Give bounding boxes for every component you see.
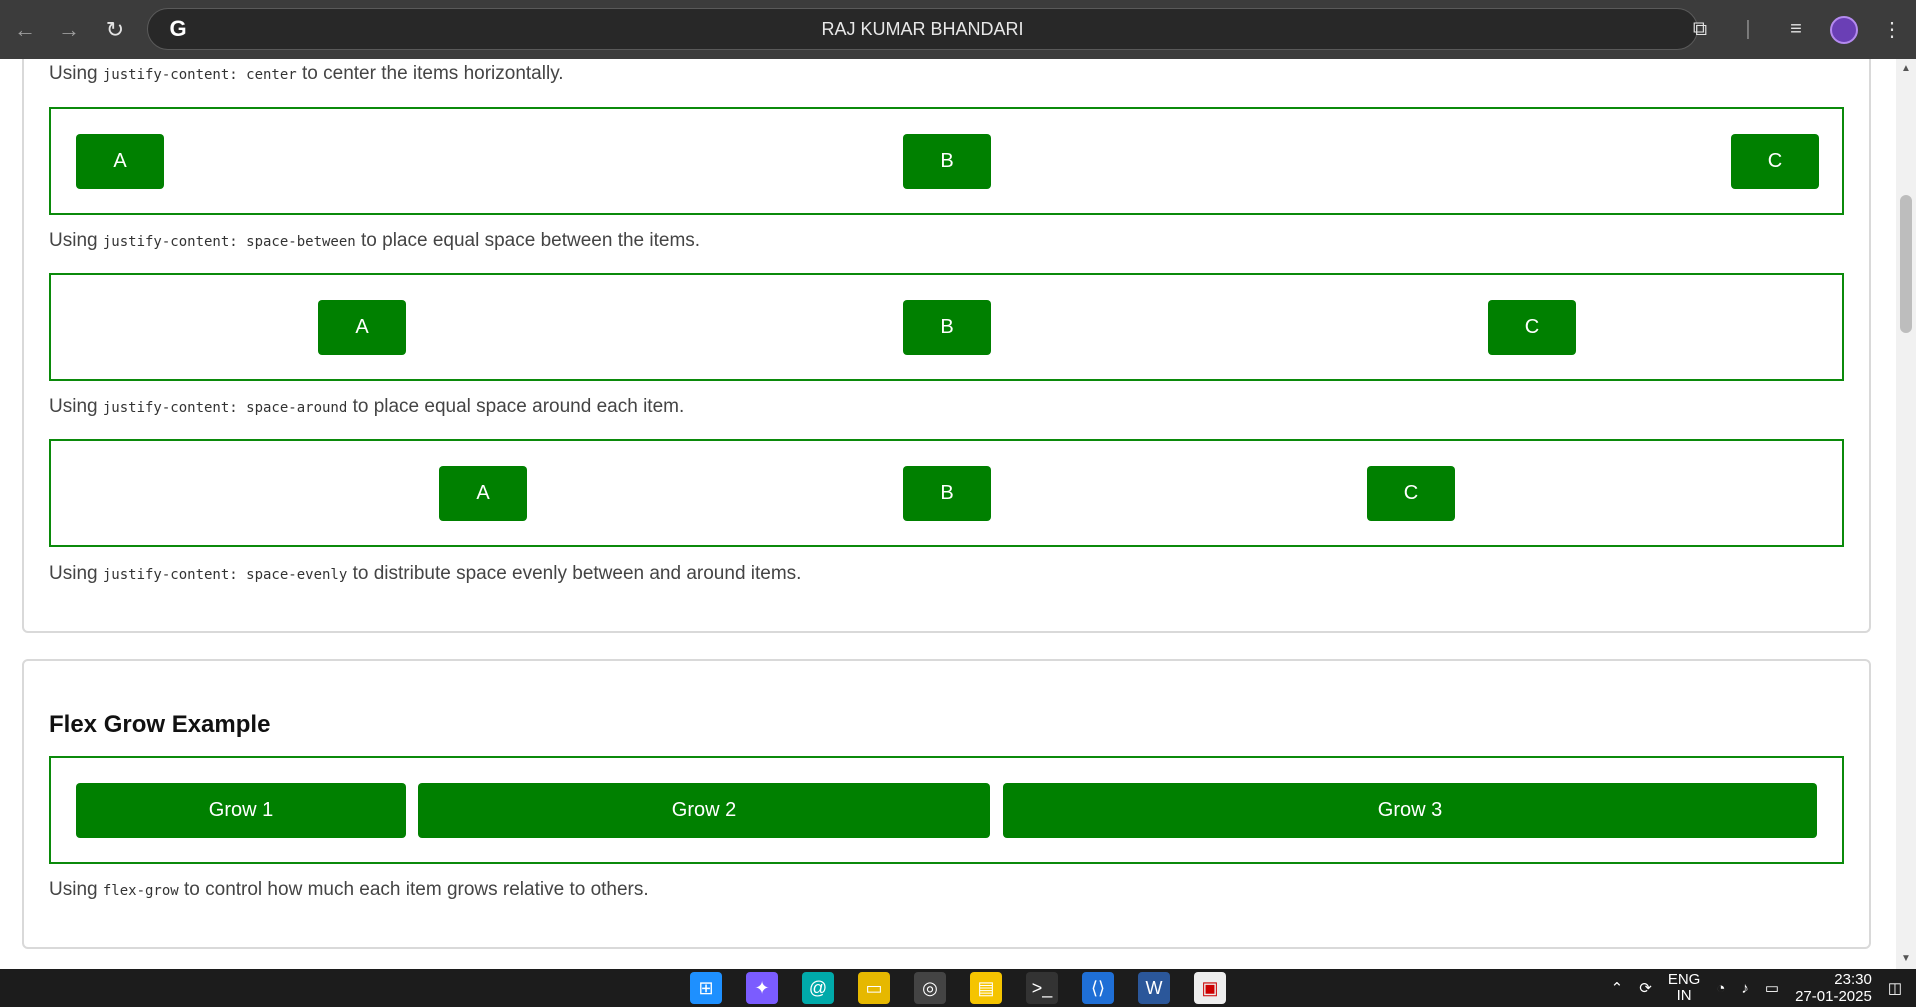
scroll-thumb[interactable] [1900,195,1912,333]
wifi-icon[interactable]: ◔ [1716,980,1725,997]
flex-grow-title: Flex Grow Example [49,711,271,738]
menu-icon[interactable]: ⋮ [1878,17,1906,42]
address-bar[interactable]: G RAJ KUMAR BHANDARI [147,8,1698,50]
grow-item-2: Grow 2 [418,783,990,838]
grow-item-1: Grow 1 [76,783,406,838]
forward-icon[interactable]: → [52,13,86,47]
page-content: Using justify-content: center to center … [0,59,1896,969]
flex-item-c: C [1731,134,1819,189]
flex-item-a: A [318,300,406,355]
windows-taskbar: ⊞ ✦ @ ▭ ◎ ▤ >_ ⟨⟩ W ▣ ⌃ ⟳ ENG IN ◔ ♪ ▭ 2… [0,969,1916,1007]
flex-grow-description: Using flex-grow to control how much each… [49,879,649,900]
flex-item-c: C [1367,466,1455,521]
space-evenly-description: Using justify-content: space-evenly to d… [49,563,802,584]
center-description: Using justify-content: center to center … [49,63,564,84]
flex-container-2: A B C [49,273,1844,381]
media-control-icon[interactable]: ≡ [1782,18,1810,41]
file-explorer-icon[interactable]: ▭ [858,972,890,1004]
vertical-scrollbar[interactable]: ▲ ▼ [1896,59,1916,969]
extensions-icon[interactable]: ⧉ [1686,18,1714,41]
app-icon[interactable]: ▣ [1194,972,1226,1004]
reload-icon[interactable]: ↻ [98,13,132,47]
volume-icon[interactable]: ♪ [1741,980,1749,997]
separator-icon: | [1745,18,1751,40]
start-icon[interactable]: ⊞ [690,972,722,1004]
flex-item-b: B [903,300,991,355]
space-around-description: Using justify-content: space-around to p… [49,396,685,417]
scroll-up-icon[interactable]: ▲ [1896,61,1916,77]
grow-item-3: Grow 3 [1003,783,1817,838]
flex-item-b: B [903,134,991,189]
word-icon[interactable]: W [1138,972,1170,1004]
chevron-up-icon[interactable]: ⌃ [1611,979,1624,997]
back-icon[interactable]: ← [8,13,42,47]
notification-icon[interactable]: ◫ [1888,979,1902,997]
sync-icon[interactable]: ⟳ [1639,979,1652,997]
terminal-icon[interactable]: >_ [1026,972,1058,1004]
language-indicator[interactable]: ENG IN [1668,972,1701,1004]
sticky-notes-icon[interactable]: ▤ [970,972,1002,1004]
system-tray: ⌃ ⟳ ENG IN ◔ ♪ ▭ 23:30 27-01-2025 ◫ [1611,969,1902,1007]
page-title: RAJ KUMAR BHANDARI [821,18,1024,39]
flex-grow-container: Grow 1 Grow 2 Grow 3 [49,756,1844,864]
app-icon[interactable]: @ [802,972,834,1004]
flex-item-c: C [1488,300,1576,355]
avatar[interactable] [1830,15,1858,44]
battery-icon[interactable]: ▭ [1765,979,1779,997]
clock[interactable]: 23:30 27-01-2025 [1795,971,1872,1005]
browser-toolbar: ← → ↻ G RAJ KUMAR BHANDARI ⧉ | ≡ ⋮ [0,0,1916,59]
flex-item-b: B [903,466,991,521]
flex-item-a: A [76,134,164,189]
flex-container-3: A B C [49,439,1844,547]
flex-container-1: A B C [49,107,1844,215]
space-between-description: Using justify-content: space-between to … [49,230,701,251]
copilot-icon[interactable]: ✦ [746,972,778,1004]
flex-item-a: A [439,466,527,521]
chrome-icon[interactable]: ◎ [914,972,946,1004]
scroll-down-icon[interactable]: ▼ [1896,951,1916,967]
toolbar-actions: ⧉ | ≡ ⋮ [1686,0,1906,59]
taskbar-apps: ⊞ ✦ @ ▭ ◎ ▤ >_ ⟨⟩ W ▣ [690,969,1226,1007]
vscode-icon[interactable]: ⟨⟩ [1082,972,1114,1004]
